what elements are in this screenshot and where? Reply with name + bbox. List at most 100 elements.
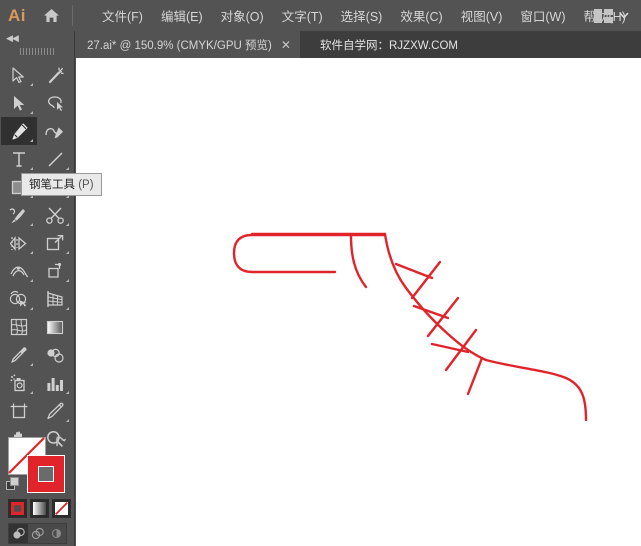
mesh-tool-icon (10, 318, 28, 336)
flyout-corner (30, 83, 33, 86)
home-icon[interactable] (34, 0, 68, 31)
flyout-corner (66, 307, 69, 310)
width-tool-icon (10, 266, 29, 278)
tool-width-tool[interactable] (1, 257, 37, 285)
blend-tool-icon (46, 348, 64, 363)
tool-lasso-tool[interactable] (37, 89, 73, 117)
flyout-corner (30, 307, 33, 310)
tool-eyedropper-tool[interactable] (1, 341, 37, 369)
flyout-corner (30, 391, 33, 394)
eyedropper-tool-icon (11, 347, 27, 363)
workspace-switcher[interactable] (588, 0, 635, 31)
menu-item-list: 文件(F) 编辑(E) 对象(O) 文字(T) 选择(S) 效果(C) 视图(V… (93, 2, 635, 29)
default-fill-stroke-icon[interactable] (6, 477, 20, 491)
document-tab-bar: 27.ai* @ 150.9% (CMYK/GPU 预览) ✕ 软件自学网：RJ… (0, 31, 641, 58)
none-mode-button[interactable] (52, 499, 71, 518)
shape-builder-tool-icon (9, 290, 27, 307)
illustrator-window: Ai 文件(F) 编辑(E) 对象(O) 文字(T) 选择(S) 效果(C) 视… (0, 0, 641, 546)
type-tool-icon (13, 151, 25, 167)
tool-magic-wand-tool[interactable] (37, 61, 73, 89)
menu-bar: Ai 文件(F) 编辑(E) 对象(O) 文字(T) 选择(S) 效果(C) 视… (0, 0, 641, 31)
app-logo: Ai (8, 5, 26, 25)
tool-pen-tool[interactable] (1, 117, 37, 145)
tool-symbol-sprayer-tool[interactable] (1, 369, 37, 397)
tool-blend-tool[interactable] (37, 341, 73, 369)
watermark-text: 软件自学网：RJZXW.COM (320, 39, 458, 52)
perspective-grid-tool-icon (47, 291, 63, 307)
column-graph-tool-icon (47, 377, 63, 391)
flyout-corner (30, 363, 33, 366)
fill-stroke-controls (0, 431, 75, 497)
tool-scissors-tool[interactable] (37, 201, 73, 229)
line-segment-tool-icon (47, 151, 63, 167)
menu-type[interactable]: 文字(T) (273, 2, 332, 29)
draw-behind-button[interactable] (28, 524, 47, 543)
rotate-tool-icon (10, 235, 27, 251)
close-icon[interactable]: ✕ (281, 39, 291, 51)
tool-type-tool[interactable] (1, 145, 37, 173)
flyout-corner (66, 391, 69, 394)
tool-line-segment-tool[interactable] (37, 145, 73, 173)
panel-drag-grip[interactable] (0, 45, 74, 58)
slice-tool-icon (47, 402, 64, 420)
flyout-corner (30, 139, 33, 142)
menu-window[interactable]: 窗口(W) (511, 2, 574, 29)
flyout-corner (66, 223, 69, 226)
flyout-corner (30, 251, 33, 254)
document-tab-title: 27.ai* @ 150.9% (CMYK/GPU 预览) (87, 39, 272, 52)
tool-rotate-tool[interactable] (1, 229, 37, 257)
tool-scale-tool[interactable] (37, 229, 73, 257)
symbol-sprayer-tool-icon (10, 374, 25, 392)
tool-mesh-tool[interactable] (1, 313, 37, 341)
flyout-corner (30, 223, 33, 226)
color-mode-bar (8, 499, 71, 518)
tooltip-shortcut: (P) (78, 179, 94, 191)
tools-panel: ◀◀ 钢笔工具 (P) (0, 31, 102, 546)
draw-mode-bar (8, 523, 67, 544)
color-mode-button[interactable] (8, 499, 27, 518)
menu-select[interactable]: 选择(S) (332, 2, 392, 29)
gradient-mode-button[interactable] (30, 499, 49, 518)
menu-edit[interactable]: 编辑(E) (152, 2, 212, 29)
tool-free-transform-tool[interactable] (37, 257, 73, 285)
tool-gradient-tool[interactable] (37, 313, 73, 341)
collapse-panel-button[interactable]: ◀◀ (0, 31, 74, 45)
flyout-corner (30, 111, 33, 114)
pen-tool-icon (12, 123, 27, 139)
pen-tool-tooltip: 钢笔工具 (P) (21, 173, 102, 196)
tool-shaper-tool[interactable] (1, 201, 37, 229)
tool-selection-tool[interactable] (1, 61, 37, 89)
flyout-corner (66, 167, 69, 170)
gradient-tool-icon (46, 320, 64, 334)
tool-slice-tool[interactable] (37, 397, 73, 425)
document-tab[interactable]: 27.ai* @ 150.9% (CMYK/GPU 预览) ✕ (75, 31, 300, 58)
draw-inside-button[interactable] (47, 524, 66, 543)
tool-direct-selection-tool[interactable] (1, 89, 37, 117)
tool-column-graph-tool[interactable] (37, 369, 73, 397)
artboard-tool-icon (10, 403, 28, 419)
curvature-tool-icon (45, 126, 63, 138)
tool-curvature-tool[interactable] (37, 117, 73, 145)
free-transform-tool-icon (47, 262, 61, 278)
menu-effect[interactable]: 效果(C) (391, 2, 451, 29)
flyout-corner (30, 279, 33, 282)
swap-fill-stroke-icon[interactable] (54, 435, 68, 451)
menu-view[interactable]: 视图(V) (452, 2, 512, 29)
tool-shape-builder-tool[interactable] (1, 285, 37, 313)
draw-normal-button[interactable] (9, 524, 28, 543)
artboard[interactable] (76, 58, 641, 546)
shoe-sole-stitching-path (232, 232, 588, 422)
lasso-tool-icon (48, 95, 63, 111)
menu-divider (72, 5, 73, 26)
tooltip-tool-name: 钢笔工具 (29, 179, 75, 191)
tool-perspective-grid-tool[interactable] (37, 285, 73, 313)
direct-selection-tool-icon (14, 95, 25, 110)
menu-file[interactable]: 文件(F) (93, 2, 152, 29)
menu-object[interactable]: 对象(O) (212, 2, 273, 29)
tool-artboard-tool[interactable] (1, 397, 37, 425)
tool-grid (0, 58, 74, 453)
magic-wand-tool-icon (48, 67, 64, 83)
flyout-corner (66, 419, 69, 422)
stroke-swatch[interactable] (27, 455, 65, 493)
flyout-corner (66, 279, 69, 282)
